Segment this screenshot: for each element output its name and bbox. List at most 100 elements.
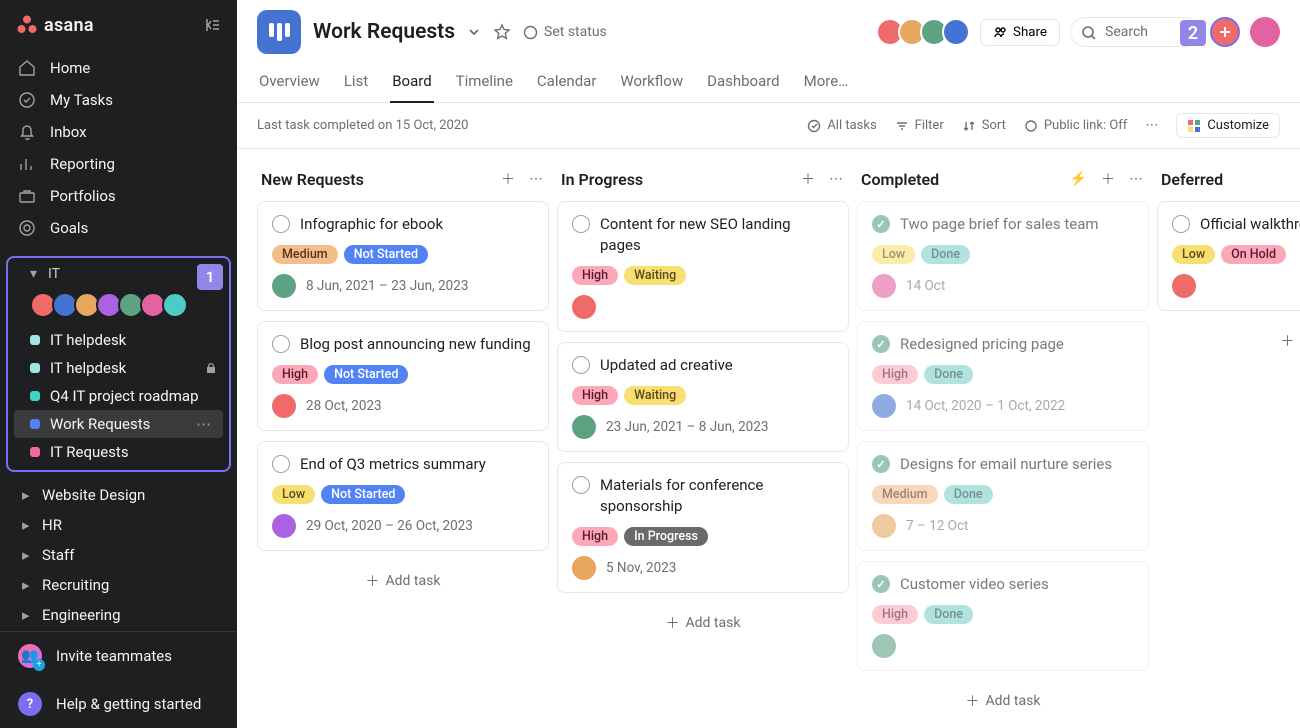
assignee-avatar[interactable] (1172, 274, 1196, 298)
nav-my-tasks[interactable]: My Tasks (0, 84, 237, 116)
toolbar-public-link[interactable]: Public link: Off (1024, 118, 1127, 133)
task-complete-toggle[interactable] (272, 455, 290, 473)
tab-dashboard[interactable]: Dashboard (705, 68, 782, 102)
column-title[interactable]: Completed (861, 170, 939, 189)
task-complete-toggle[interactable] (872, 335, 890, 353)
task-card[interactable]: Updated ad creativeHighWaiting23 Jun, 20… (557, 342, 849, 452)
nav-home[interactable]: Home (0, 52, 237, 84)
team-engineering[interactable]: ▸Engineering (0, 600, 237, 630)
task-card[interactable]: Official walkthrough candidatesLowOn Hol… (1157, 201, 1300, 311)
tag-high[interactable]: High (272, 365, 318, 384)
omnibutton-create[interactable]: 2 (1210, 17, 1240, 47)
tag-low[interactable]: Low (272, 485, 315, 504)
task-complete-toggle[interactable] (272, 335, 290, 353)
toolbar-more-icon[interactable]: ⋯ (1145, 118, 1158, 133)
tag-high[interactable]: High (572, 527, 618, 546)
tag-onhold[interactable]: On Hold (1221, 245, 1286, 264)
add-task-button[interactable]: ＋Add (1157, 321, 1300, 361)
nav-portfolios[interactable]: Portfolios (0, 180, 237, 212)
team-avatar-row[interactable] (8, 288, 229, 326)
team-website-design[interactable]: ▸Website Design (0, 480, 237, 510)
task-complete-toggle[interactable] (1172, 215, 1190, 233)
task-card[interactable]: Two page brief for sales teamLowDone14 O… (857, 201, 1149, 311)
help-getting-started[interactable]: ? Help & getting started (0, 680, 237, 728)
tab-more[interactable]: More… (802, 68, 851, 102)
tag-high[interactable]: High (572, 266, 618, 285)
sidebar-collapse-icon[interactable] (203, 16, 221, 34)
rules-bolt-icon[interactable]: ⚡ (1068, 169, 1089, 189)
profile-avatar[interactable] (1250, 17, 1280, 47)
tag-inprogress[interactable]: In Progress (624, 527, 708, 546)
assignee-avatar[interactable] (572, 295, 596, 319)
share-button[interactable]: Share (980, 19, 1060, 46)
toolbar-filter[interactable]: Filter (895, 118, 944, 133)
project-q4-it-roadmap[interactable]: Q4 IT project roadmap (8, 382, 229, 410)
project-it-requests[interactable]: IT Requests (8, 438, 229, 466)
task-complete-toggle[interactable] (572, 356, 590, 374)
assignee-avatar[interactable] (872, 514, 896, 538)
task-card[interactable]: Content for new SEO landing pagesHighWai… (557, 201, 849, 332)
toolbar-customize[interactable]: Customize (1176, 113, 1280, 138)
tag-waiting[interactable]: Waiting (624, 266, 686, 285)
star-icon[interactable] (493, 23, 511, 41)
tag-medium[interactable]: Medium (872, 485, 938, 504)
team-hr[interactable]: ▸HR (0, 510, 237, 540)
tag-high[interactable]: High (572, 386, 618, 405)
column-title[interactable]: Deferred (1161, 170, 1223, 189)
tag-waiting[interactable]: Waiting (624, 386, 686, 405)
assignee-avatar[interactable] (272, 394, 296, 418)
tag-high[interactable]: High (872, 365, 918, 384)
assignee-avatar[interactable] (872, 394, 896, 418)
project-it-helpdesk[interactable]: IT helpdesk (8, 326, 229, 354)
tag-notstarted[interactable]: Not Started (344, 245, 428, 264)
project-members[interactable] (876, 18, 970, 46)
toolbar-alltasks[interactable]: All tasks (807, 118, 876, 133)
task-card[interactable]: Redesigned pricing pageHighDone14 Oct, 2… (857, 321, 1149, 431)
task-complete-toggle[interactable] (872, 215, 890, 233)
tag-low[interactable]: Low (1172, 245, 1215, 264)
task-complete-toggle[interactable] (572, 476, 590, 494)
section-header-it[interactable]: ▾ IT ＋ (8, 258, 229, 288)
tag-high[interactable]: High (872, 605, 918, 624)
assignee-avatar[interactable] (272, 274, 296, 298)
column-more-icon[interactable]: ⋯ (827, 169, 845, 189)
tag-done[interactable]: Done (921, 245, 970, 264)
column-add-icon[interactable]: ＋ (799, 167, 817, 191)
task-complete-toggle[interactable] (872, 455, 890, 473)
tab-board[interactable]: Board (390, 68, 433, 102)
board-area[interactable]: New Requests＋⋯Infographic for ebookMediu… (237, 149, 1300, 728)
title-dropdown-icon[interactable] (467, 25, 481, 39)
nav-inbox[interactable]: Inbox (0, 116, 237, 148)
task-complete-toggle[interactable] (272, 215, 290, 233)
project-color-square[interactable] (257, 10, 301, 54)
tag-done[interactable]: Done (944, 485, 993, 504)
toolbar-sort[interactable]: Sort (962, 118, 1006, 133)
add-task-button[interactable]: ＋Add task (257, 561, 549, 601)
tab-list[interactable]: List (342, 68, 370, 102)
tag-medium[interactable]: Medium (272, 245, 338, 264)
tab-overview[interactable]: Overview (257, 68, 322, 102)
column-more-icon[interactable]: ⋯ (1127, 169, 1145, 189)
task-card[interactable]: End of Q3 metrics summaryLowNot Started2… (257, 441, 549, 551)
invite-teammates[interactable]: 👥+ Invite teammates (0, 631, 237, 680)
add-task-button[interactable]: ＋Add task (857, 681, 1149, 721)
task-card[interactable]: Infographic for ebookMediumNot Started8 … (257, 201, 549, 311)
nav-goals[interactable]: Goals (0, 212, 237, 244)
tag-notstarted[interactable]: Not Started (321, 485, 405, 504)
column-more-icon[interactable]: ⋯ (527, 169, 545, 189)
project-it-helpdesk-locked[interactable]: IT helpdesk (8, 354, 229, 382)
tab-calendar[interactable]: Calendar (535, 68, 599, 102)
assignee-avatar[interactable] (572, 556, 596, 580)
task-card[interactable]: Blog post announcing new fundingHighNot … (257, 321, 549, 431)
tag-done[interactable]: Done (924, 365, 973, 384)
tag-notstarted[interactable]: Not Started (324, 365, 408, 384)
asana-logo[interactable]: asana (16, 14, 195, 36)
set-status[interactable]: Set status (523, 24, 607, 40)
assignee-avatar[interactable] (872, 274, 896, 298)
tag-low[interactable]: Low (872, 245, 915, 264)
nav-reporting[interactable]: Reporting (0, 148, 237, 180)
assignee-avatar[interactable] (272, 514, 296, 538)
task-complete-toggle[interactable] (572, 215, 590, 233)
task-card[interactable]: Designs for email nurture seriesMediumDo… (857, 441, 1149, 551)
task-card[interactable]: Materials for conference sponsorshipHigh… (557, 462, 849, 593)
